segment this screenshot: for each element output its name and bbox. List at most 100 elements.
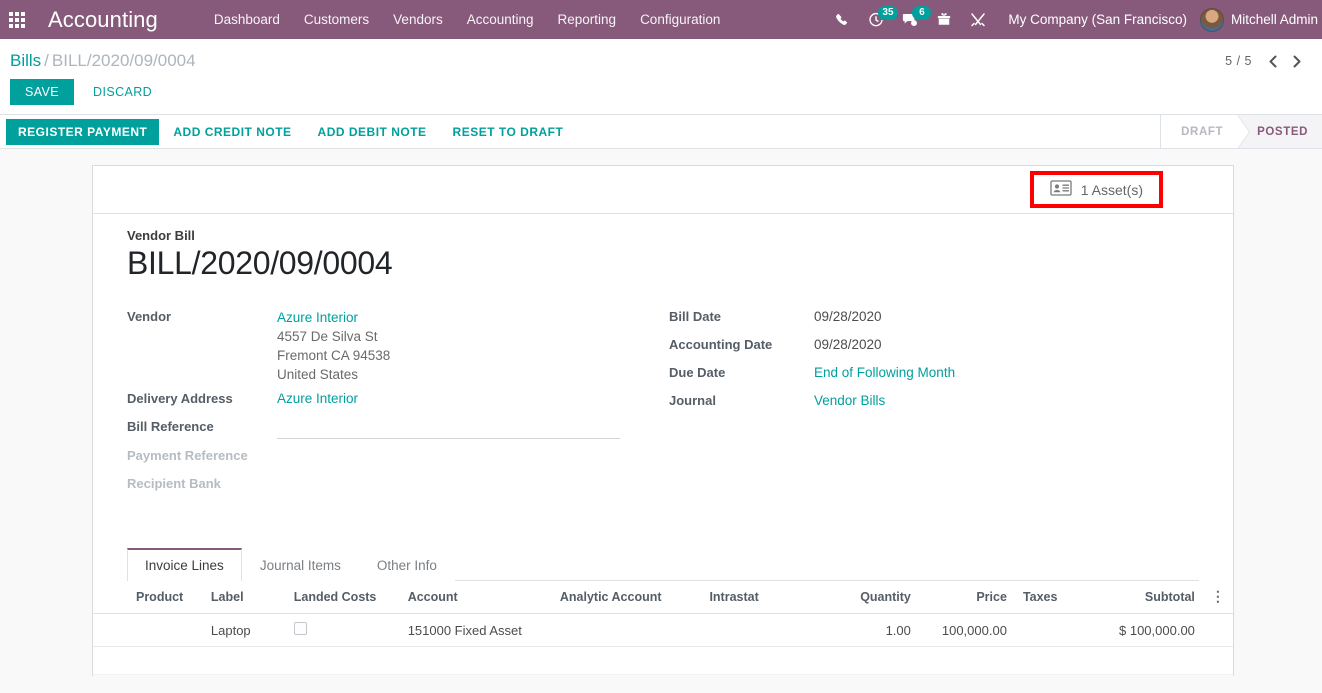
company-selector[interactable]: My Company (San Francisco) xyxy=(995,12,1200,27)
field-delivery-address: Delivery Address Azure Interior xyxy=(127,390,669,410)
journal-value[interactable]: Vendor Bills xyxy=(814,392,885,408)
invoice-lines-table: Product Label Landed Costs Account Analy… xyxy=(93,581,1233,676)
discard-button[interactable]: DISCARD xyxy=(80,79,165,105)
record-subtitle: Vendor Bill xyxy=(127,228,195,243)
bill-date-value[interactable]: 09/28/2020 xyxy=(814,308,882,324)
col-product[interactable]: Product xyxy=(127,581,203,614)
app-brand-title[interactable]: Accounting xyxy=(34,7,166,33)
vendor-address-street: 4557 De Silva St xyxy=(277,329,378,344)
menu-customers[interactable]: Customers xyxy=(292,1,381,38)
phone-icon[interactable] xyxy=(825,0,859,39)
status-stage-draft[interactable]: DRAFT xyxy=(1161,115,1251,148)
field-bill-date-label: Bill Date xyxy=(669,309,722,324)
cell-price[interactable]: 100,000.00 xyxy=(918,613,1015,647)
notebook: Invoice Lines Journal Items Other Info P… xyxy=(93,547,1233,676)
menu-accounting[interactable]: Accounting xyxy=(455,1,546,38)
cell-subtotal: $ 100,000.00 xyxy=(1088,613,1203,647)
table-body: Laptop 151000 Fixed Asset 1.00 100,000.0… xyxy=(93,613,1233,676)
cell-intrastat[interactable] xyxy=(701,613,818,647)
cell-account[interactable]: 151000 Fixed Asset xyxy=(399,613,552,647)
landed-costs-checkbox[interactable] xyxy=(293,622,307,635)
navbar-right-group: 35 6 My Company (San Francisco) Mitchell… xyxy=(825,0,1322,39)
tab-invoice-lines[interactable]: Invoice Lines xyxy=(127,548,242,581)
col-landed-costs[interactable]: Landed Costs xyxy=(285,581,400,614)
vendor-link[interactable]: Azure Interior xyxy=(277,308,390,327)
cell-quantity[interactable]: 1.00 xyxy=(817,613,919,647)
pager-previous-icon[interactable] xyxy=(1262,49,1284,73)
reset-to-draft-button[interactable]: RESET TO DRAFT xyxy=(441,119,576,145)
col-taxes[interactable]: Taxes xyxy=(1014,581,1089,614)
field-bill-reference: Bill Reference xyxy=(127,418,669,439)
notebook-tabs: Invoice Lines Journal Items Other Info xyxy=(127,547,1199,581)
delivery-address-link[interactable]: Azure Interior xyxy=(277,390,358,406)
cell-handle xyxy=(93,613,128,647)
pager-next-icon[interactable] xyxy=(1286,49,1308,73)
col-handle xyxy=(93,581,128,614)
field-bill-reference-label: Bill Reference xyxy=(127,419,214,434)
field-journal: Journal Vendor Bills xyxy=(669,392,1149,412)
field-accounting-date: Accounting Date 09/28/2020 xyxy=(669,336,1149,356)
status-bar-buttons: REGISTER PAYMENT ADD CREDIT NOTE ADD DEB… xyxy=(0,115,575,148)
menu-dashboard[interactable]: Dashboard xyxy=(202,1,292,38)
page-title: BILL/2020/09/0004 xyxy=(127,245,393,281)
vendor-address-city: Fremont CA 94538 xyxy=(277,348,391,363)
register-payment-button[interactable]: REGISTER PAYMENT xyxy=(6,118,160,145)
col-analytic-account[interactable]: Analytic Account xyxy=(551,581,702,614)
cell-taxes[interactable] xyxy=(1014,613,1089,647)
add-debit-note-button[interactable]: ADD DEBIT NOTE xyxy=(306,119,439,145)
table-empty-row xyxy=(93,646,1233,675)
field-vendor-label: Vendor xyxy=(127,309,172,324)
field-vendor: Vendor Azure Interior 4557 De Silva St F… xyxy=(127,308,669,384)
field-vendor-value-group: Azure Interior 4557 De Silva St Fremont … xyxy=(277,308,390,384)
menu-configuration[interactable]: Configuration xyxy=(628,1,732,38)
field-accounting-date-label: Accounting Date xyxy=(669,337,773,352)
id-card-icon xyxy=(1050,180,1072,199)
main-menu: Dashboard Customers Vendors Accounting R… xyxy=(202,1,733,38)
field-bill-date: Bill Date 09/28/2020 xyxy=(669,308,1149,328)
add-credit-note-button[interactable]: ADD CREDIT NOTE xyxy=(161,119,303,145)
status-pipeline: DRAFT POSTED xyxy=(1160,115,1322,148)
breadcrumb-bills[interactable]: Bills xyxy=(10,51,41,70)
form-view-area: 1 Asset(s) Vendor Bill BILL/2020/09/0004… xyxy=(0,149,1322,676)
field-journal-label: Journal xyxy=(669,393,716,408)
col-price[interactable]: Price xyxy=(918,581,1015,614)
apps-grid-icon[interactable] xyxy=(0,0,34,39)
due-date-value[interactable]: End of Following Month xyxy=(814,364,955,380)
tab-journal-items[interactable]: Journal Items xyxy=(241,548,359,581)
tab-other-info[interactable]: Other Info xyxy=(358,548,455,581)
form-column-right: Bill Date 09/28/2020 Accounting Date 09/… xyxy=(669,308,1149,503)
cell-product[interactable] xyxy=(127,613,203,647)
activity-clock-icon[interactable]: 35 xyxy=(859,0,898,39)
user-name-label: Mitchell Admin xyxy=(1230,12,1318,27)
breadcrumb-separator: / xyxy=(44,51,49,70)
menu-reporting[interactable]: Reporting xyxy=(546,1,629,38)
cell-label[interactable]: Laptop xyxy=(202,613,286,647)
gift-icon[interactable] xyxy=(927,0,961,39)
col-label[interactable]: Label xyxy=(202,581,286,614)
table-spacer-row xyxy=(93,674,1233,676)
menu-vendors[interactable]: Vendors xyxy=(381,1,455,38)
tools-icon[interactable] xyxy=(961,0,995,39)
vertical-dots-icon[interactable]: ⋮ xyxy=(1211,588,1225,604)
col-intrastat[interactable]: Intrastat xyxy=(701,581,818,614)
sheet-body: Vendor Bill BILL/2020/09/0004 Vendor Azu… xyxy=(93,214,1233,676)
cell-analytic-account[interactable] xyxy=(551,613,702,647)
user-menu[interactable]: Mitchell Admin xyxy=(1199,7,1322,32)
field-payment-reference-label: Payment Reference xyxy=(127,448,248,463)
form-column-left: Vendor Azure Interior 4557 De Silva St F… xyxy=(127,308,669,503)
col-account[interactable]: Account xyxy=(399,581,552,614)
col-options: ⋮ xyxy=(1202,581,1233,614)
bill-reference-input[interactable] xyxy=(277,420,620,439)
form-columns: Vendor Azure Interior 4557 De Silva St F… xyxy=(127,308,1199,503)
messages-icon[interactable]: 6 xyxy=(893,0,932,39)
accounting-date-value[interactable]: 09/28/2020 xyxy=(814,336,882,352)
vendor-address-country: United States xyxy=(277,367,359,382)
col-quantity[interactable]: Quantity xyxy=(817,581,919,614)
save-button[interactable]: SAVE xyxy=(10,79,75,105)
assets-smart-button[interactable]: 1 Asset(s) xyxy=(1044,177,1149,202)
table-row[interactable]: Laptop 151000 Fixed Asset 1.00 100,000.0… xyxy=(93,613,1233,647)
col-subtotal[interactable]: Subtotal xyxy=(1088,581,1203,614)
assets-highlight-annotation: 1 Asset(s) xyxy=(1029,171,1163,208)
assets-smart-button-label: 1 Asset(s) xyxy=(1080,181,1143,198)
field-due-date: Due Date End of Following Month xyxy=(669,364,1149,384)
